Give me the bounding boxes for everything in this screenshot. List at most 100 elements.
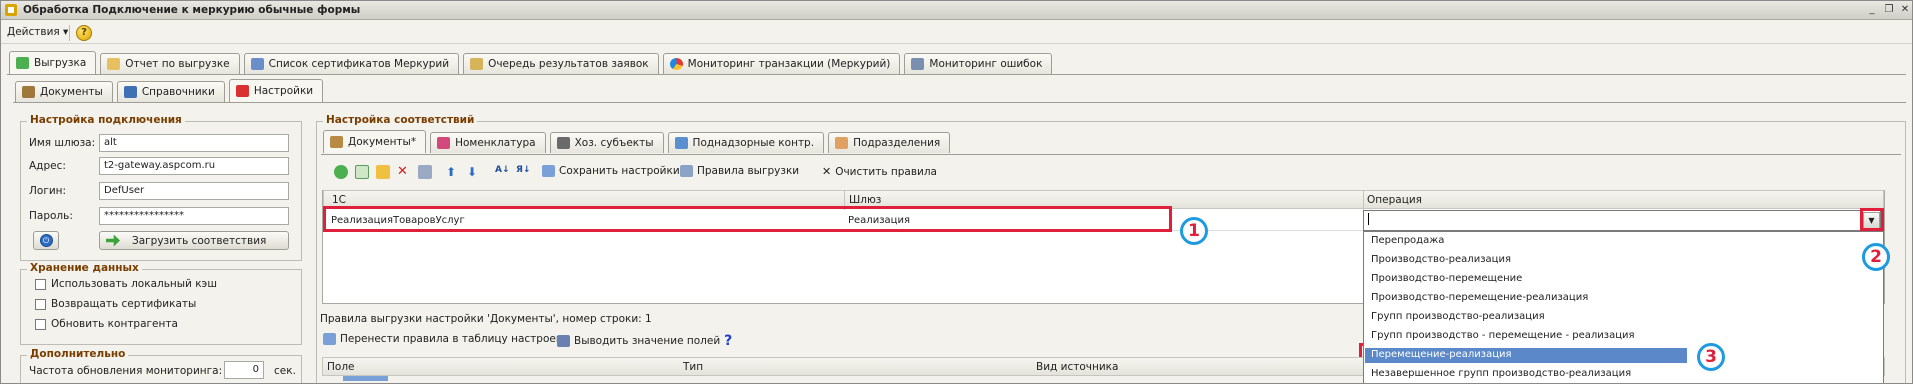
entities-icon xyxy=(556,137,570,149)
highlight-box-dropdown xyxy=(1860,208,1884,231)
address-field[interactable]: t2-gateway.aspcom.ru xyxy=(99,157,289,175)
dropdown-option[interactable]: Групп производство-реализация xyxy=(1365,310,1665,325)
local-cache-checkbox[interactable]: Использовать локальный кэш xyxy=(35,278,217,290)
update-counterparty-checkbox[interactable]: Обновить контрагента xyxy=(35,318,178,330)
text-cursor xyxy=(1368,213,1369,225)
login-field[interactable]: DefUser xyxy=(99,182,289,200)
arrow-right-icon xyxy=(106,234,120,247)
mapping-title: Настройка соответствий xyxy=(323,114,478,126)
settings-icon xyxy=(235,85,249,97)
tab-settings[interactable]: Настройки xyxy=(228,79,324,102)
save-settings-button[interactable]: Сохранить настройки xyxy=(542,165,680,177)
show-fields-icon xyxy=(557,335,570,347)
show-fields-button[interactable]: Выводить значение полей? xyxy=(557,333,732,349)
departments-icon xyxy=(835,137,849,149)
help-icon[interactable]: ? xyxy=(76,25,92,41)
col-operation: Операция xyxy=(1367,194,1422,206)
documents-icon xyxy=(330,136,343,148)
move-down-icon[interactable]: ⬇ xyxy=(467,165,481,179)
tab-map-documents[interactable]: Документы* xyxy=(323,130,427,153)
callout-1: 1 xyxy=(1180,217,1208,245)
sort-desc-icon[interactable]: Я↓ xyxy=(516,165,530,179)
sub-tabs-line xyxy=(13,102,1906,103)
refresh-rate-label: Частота обновления мониторинга: xyxy=(29,365,223,377)
return-certs-checkbox[interactable]: Возвращать сертификаты xyxy=(35,298,196,310)
refresh-rate-unit: сек. xyxy=(274,365,296,377)
dropdown-option[interactable]: Производство-реализация xyxy=(1365,253,1665,268)
address-label: Адрес: xyxy=(29,160,66,172)
storage-group: Хранение данных Использовать локальный к… xyxy=(20,262,302,345)
title-bar: Обработка Подключение к меркурию обычные… xyxy=(1,1,1912,20)
dropdown-option[interactable]: Производство-перемещение-реализация xyxy=(1365,291,1665,306)
mapping-tabs-line xyxy=(321,154,1901,155)
connection-group: Настройка подключения Имя шлюза: alt Адр… xyxy=(20,114,302,261)
refresh-rate-field[interactable]: 0 xyxy=(224,361,264,379)
close-icon[interactable]: ✕ xyxy=(1897,3,1912,17)
gateway-field[interactable]: alt xyxy=(99,134,289,152)
operation-select[interactable] xyxy=(1363,210,1881,231)
question-icon[interactable]: ? xyxy=(724,333,732,349)
rules-row-marker xyxy=(343,376,388,381)
add-icon[interactable] xyxy=(334,165,348,179)
edit-icon[interactable] xyxy=(376,165,390,179)
gateway-label: Имя шлюза: xyxy=(29,137,96,149)
move-up-icon[interactable]: ⬆ xyxy=(446,165,460,179)
highlight-box-row xyxy=(323,206,1172,232)
callout-3: 3 xyxy=(1697,343,1725,371)
tab-map-departments[interactable]: Подразделения xyxy=(828,132,951,153)
password-field[interactable]: **************** xyxy=(99,207,289,225)
extra-title: Дополнительно xyxy=(27,348,129,360)
menu-bar: Действия ▾ ? xyxy=(1,22,1912,44)
transfer-rules-button[interactable]: Перенести правила в таблицу настроек xyxy=(323,333,562,345)
actions-menu[interactable]: Действия ▾ xyxy=(7,26,68,38)
col-type: Тип xyxy=(683,361,704,373)
tab-documents[interactable]: Документы xyxy=(15,81,113,102)
power-icon: ⏻ xyxy=(39,234,53,247)
monitor-icon xyxy=(911,58,925,70)
menu-separator xyxy=(69,25,70,41)
tab-export-report[interactable]: Отчет по выгрузке xyxy=(100,53,240,74)
window-title: Обработка Подключение к меркурию обычные… xyxy=(23,4,361,16)
power-button[interactable]: ⏻ xyxy=(33,231,59,250)
dropdown-option[interactable]: Производство-перемещение xyxy=(1365,272,1665,287)
dropdown-option[interactable]: Перепродажа xyxy=(1365,234,1665,249)
storage-title: Хранение данных xyxy=(27,262,142,274)
dropdown-option[interactable]: Групп производство - перемещение - реали… xyxy=(1365,329,1665,344)
export-rules-button[interactable]: Правила выгрузки xyxy=(680,165,799,177)
col-gateway: Шлюз xyxy=(849,194,882,206)
mapping-tabs: Документы* Номенклатура Хоз. субъекты По… xyxy=(323,130,951,153)
tab-map-supervised[interactable]: Поднадзорные контр. xyxy=(667,132,825,153)
delete-icon[interactable]: ✕ xyxy=(397,165,411,179)
copy-icon[interactable] xyxy=(355,165,369,179)
clear-icon: ✕ xyxy=(822,165,832,178)
extra-group: Дополнительно Частота обновления монитор… xyxy=(20,348,302,383)
main-tabs-line xyxy=(7,74,1906,75)
tab-references[interactable]: Справочники xyxy=(116,81,225,102)
col-1c: 1С xyxy=(332,194,347,206)
col-field: Поле xyxy=(327,361,355,373)
main-tabs: Выгрузка Отчет по выгрузке Список сертиф… xyxy=(9,51,1053,74)
tab-certificates[interactable]: Список сертификатов Меркурий xyxy=(243,53,460,74)
rules-caption: Правила выгрузки настройки 'Документы', … xyxy=(320,313,652,325)
save-settings-icon xyxy=(542,165,555,177)
tab-map-nomenclature[interactable]: Номенклатура xyxy=(430,132,546,153)
certificate-list-icon xyxy=(250,58,264,70)
sort-asc-icon[interactable]: A↓ xyxy=(495,165,510,179)
clear-rules-button[interactable]: ✕ Очистить правила xyxy=(822,165,937,178)
references-icon xyxy=(123,86,137,98)
tab-transactions-monitor[interactable]: Мониторинг транзакции (Меркурий) xyxy=(662,53,901,74)
dropdown-option[interactable]: Перемещение-реализация xyxy=(1365,348,1687,363)
tab-export[interactable]: Выгрузка xyxy=(9,51,97,74)
minimize-icon[interactable]: _ xyxy=(1864,3,1880,17)
dropdown-option[interactable]: Незавершенное групп производство-реализа… xyxy=(1365,367,1665,382)
tab-map-entities[interactable]: Хоз. субъекты xyxy=(549,132,664,153)
tab-requests-queue[interactable]: Очередь результатов заявок xyxy=(463,53,659,74)
load-mappings-button[interactable]: Загрузить соответствия xyxy=(99,231,289,250)
tab-errors-monitor[interactable]: Мониторинг ошибок xyxy=(904,53,1053,74)
export-rules-icon xyxy=(680,165,693,177)
restore-icon[interactable]: ❐ xyxy=(1881,3,1897,17)
connection-title: Настройка подключения xyxy=(27,114,185,126)
sub-tabs: Документы Справочники Настройки xyxy=(15,79,324,102)
excel-icon[interactable] xyxy=(418,165,432,179)
supervised-icon xyxy=(674,137,688,149)
